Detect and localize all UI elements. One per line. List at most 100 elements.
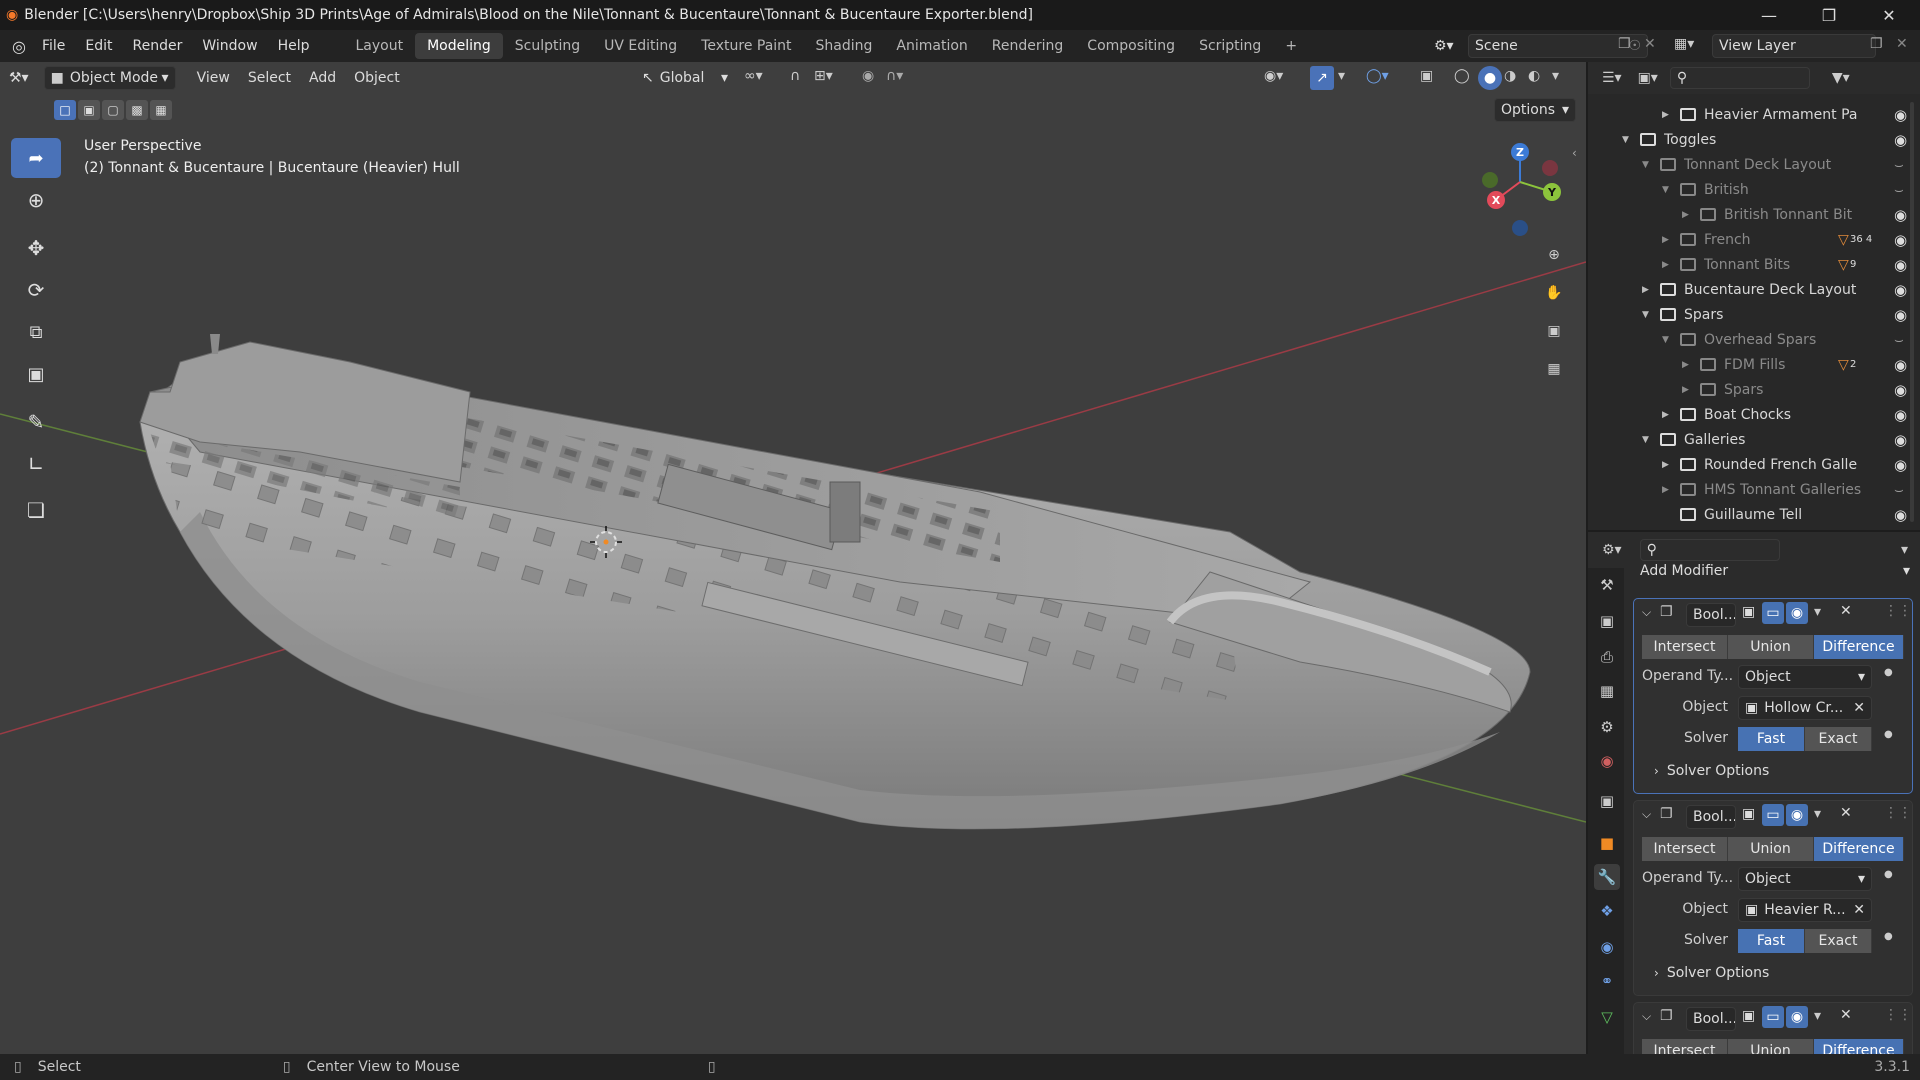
outliner-row[interactable]: ▼ Galleries ◉ — [1588, 427, 1920, 452]
boolean-modifier-panel[interactable]: ⌵ ❐ Bool... ▣ ▭ ◉ ▾ ✕ ⋮⋮ Intersect Union Difference… — [1633, 598, 1913, 794]
scale-tool[interactable]: ⧉ — [11, 312, 61, 352]
chevron-down-icon[interactable]: ▾ — [1552, 68, 1559, 84]
operation-difference-button[interactable]: Difference — [1814, 1039, 1904, 1054]
collapse-arrow-icon[interactable]: ▶ — [1682, 210, 1689, 220]
gizmo-toggle-icon[interactable]: ↗ — [1310, 66, 1334, 90]
add-cube-tool[interactable]: ❏ — [11, 490, 61, 530]
modifier-name-field[interactable]: Bool... — [1686, 603, 1736, 627]
outliner-row[interactable]: ▶ Bucentaure Deck Layout ◉ — [1588, 277, 1920, 302]
expand-arrow-icon[interactable]: ▼ — [1642, 310, 1649, 320]
eye-icon[interactable]: ◉ — [1894, 456, 1907, 474]
camera-view-icon[interactable]: ▣ — [1537, 314, 1571, 348]
eye-icon[interactable]: ◉ — [1894, 431, 1907, 449]
drag-handle-icon[interactable]: ⋮⋮ — [1884, 1007, 1912, 1023]
edit-mode-toggle-icon[interactable]: ▣ — [1742, 806, 1755, 822]
outliner-row[interactable]: ▶ Tonnant Bits ▽ 9 ◉ — [1588, 252, 1920, 277]
boolean-modifier-panel[interactable]: ⌵ ❐ Bool... ▣ ▭ ◉ ▾ ✕ ⋮⋮ Intersect Union Difference… — [1633, 800, 1913, 996]
pan-hand-icon[interactable]: ✋ — [1537, 276, 1571, 310]
operation-union-button[interactable]: Union — [1728, 837, 1814, 861]
eye-icon[interactable]: ◉ — [1894, 381, 1907, 399]
outliner-row[interactable]: ▶ Heavier Armament Pa ◉ — [1588, 102, 1920, 127]
outliner[interactable]: ☰▾ ▣▾ ⚲ ▼▾ ▶ Heavier Armament Pa ◉ ▼ Toggles… — [1588, 62, 1920, 530]
tab-compositing[interactable]: Compositing — [1075, 33, 1187, 59]
gizmo-neg-x-axis[interactable] — [1542, 160, 1558, 176]
collapse-arrow-icon[interactable]: ▶ — [1642, 285, 1649, 295]
viewport-menu-add[interactable]: Add — [300, 62, 345, 94]
viewport-display-toggle-icon[interactable]: ▭ — [1762, 602, 1784, 624]
eye-closed-icon[interactable]: ⌣ — [1894, 156, 1904, 174]
tab-texture-paint[interactable]: Texture Paint — [689, 33, 803, 59]
gizmo-neg-z-axis[interactable] — [1512, 220, 1528, 236]
drag-handle-icon[interactable]: ⋮⋮ — [1884, 805, 1912, 821]
outliner-row[interactable]: ▶ British Tonnant Bit ◉ — [1588, 202, 1920, 227]
zoom-icon[interactable]: ⊕ — [1537, 238, 1571, 272]
sidebar-toggle-icon[interactable]: ‹ — [1572, 146, 1577, 160]
chevron-down-icon[interactable]: ▾ — [1901, 542, 1908, 558]
tab-shading[interactable]: Shading — [804, 33, 885, 59]
viewport-menu-select[interactable]: Select — [239, 62, 300, 94]
proportional-edit-icon[interactable]: ◉ — [862, 68, 874, 84]
chevron-down-icon[interactable]: ▾ — [1814, 806, 1821, 822]
eye-icon[interactable]: ◉ — [1894, 356, 1907, 374]
operand-type-dropdown[interactable]: Object ▾ — [1738, 867, 1872, 891]
scene-tab-icon[interactable]: ⚙ — [1594, 714, 1620, 740]
particles-tab-icon[interactable]: ❖ — [1594, 898, 1620, 924]
tab-modeling[interactable]: Modeling — [415, 33, 503, 59]
render-toggle-icon[interactable]: ◉ — [1786, 804, 1808, 826]
select-box-tool[interactable]: ➦ — [11, 138, 61, 178]
orientation-selector[interactable]: ↖ Global ▾ — [636, 66, 734, 90]
keyframe-dot-icon[interactable]: ● — [1884, 931, 1893, 942]
eye-icon[interactable]: ◉ — [1894, 106, 1907, 124]
properties-editor[interactable]: ⚙▾ ⚲ ▾ ⚒ ▣ ⎙ ▦ ⚙ ◉ ▣ ■ 🔧 ❖ ◉ ⚭ ▽ Add Mod… — [1588, 532, 1920, 1054]
cursor-tool[interactable]: ⊕ — [11, 180, 61, 220]
blender-menu-icon[interactable]: ◎ — [12, 37, 26, 56]
eye-icon[interactable]: ◉ — [1894, 306, 1907, 324]
eye-icon[interactable]: ◉ — [1894, 281, 1907, 299]
keyframe-dot-icon[interactable]: ● — [1884, 869, 1893, 880]
panel-collapse-icon[interactable]: ⌵ — [1642, 807, 1651, 822]
modifier-tab-icon[interactable]: 🔧 — [1594, 864, 1620, 890]
object-field[interactable]: ▣ Hollow Cr... ✕ — [1738, 696, 1872, 720]
chevron-down-icon[interactable]: ▾ — [1338, 68, 1345, 84]
select-subtract-icon[interactable]: ▢ — [102, 100, 124, 120]
rotate-tool[interactable]: ⟳ — [11, 270, 61, 310]
view-layer-icon[interactable]: ▦▾ — [1674, 36, 1694, 52]
panel-collapse-icon[interactable]: ⌵ — [1642, 1009, 1651, 1024]
outliner-row[interactable]: ▼ Spars ◉ — [1588, 302, 1920, 327]
expand-arrow-icon[interactable]: ▼ — [1642, 435, 1649, 445]
collection-tab-icon[interactable]: ▣ — [1594, 788, 1620, 814]
xray-icon[interactable]: ▣ — [1420, 68, 1433, 84]
remove-modifier-icon[interactable]: ✕ — [1840, 603, 1852, 619]
outliner-row[interactable]: ▼ Overhead Spars ⌣ — [1588, 327, 1920, 352]
minimize-button[interactable]: — — [1746, 0, 1792, 30]
modifier-name-field[interactable]: Bool... — [1686, 1007, 1736, 1031]
world-tab-icon[interactable]: ◉ — [1594, 748, 1620, 774]
panel-collapse-icon[interactable]: ⌵ — [1642, 605, 1651, 620]
viewport-menu-object[interactable]: Object — [345, 62, 409, 94]
eye-closed-icon[interactable]: ⌣ — [1894, 481, 1904, 499]
eye-icon[interactable]: ◉ — [1894, 506, 1907, 524]
select-invert-icon[interactable]: ▩ — [126, 100, 148, 120]
navigation-gizmo[interactable]: Z Y X — [1470, 132, 1570, 242]
operation-union-button[interactable]: Union — [1728, 1039, 1814, 1054]
options-dropdown[interactable]: Options ▾ — [1494, 98, 1576, 122]
view-layer-field[interactable]: View Layer — [1712, 34, 1876, 58]
modifier-name-field[interactable]: Bool... — [1686, 805, 1736, 829]
tab-sculpting[interactable]: Sculpting — [503, 33, 592, 59]
select-intersect-icon[interactable]: ▦ — [150, 100, 172, 120]
delete-scene-icon[interactable]: ✕ — [1644, 36, 1656, 52]
operation-intersect-button[interactable]: Intersect — [1642, 837, 1728, 861]
solver-options-subpanel[interactable]: › Solver Options — [1654, 965, 1769, 981]
operand-type-dropdown[interactable]: Object ▾ — [1738, 665, 1872, 689]
rendered-shading-icon[interactable]: ◐ — [1528, 68, 1540, 84]
editor-type-icon[interactable]: ⚒▾ — [0, 62, 38, 94]
constraints-tab-icon[interactable]: ⚭ — [1594, 968, 1620, 994]
eye-closed-icon[interactable]: ⌣ — [1894, 181, 1904, 199]
menu-render[interactable]: Render — [123, 30, 193, 62]
tab-rendering[interactable]: Rendering — [980, 33, 1076, 59]
expand-arrow-icon[interactable]: ▼ — [1642, 160, 1649, 170]
outliner-row[interactable]: ▶ Boat Chocks ◉ — [1588, 402, 1920, 427]
add-modifier-button[interactable]: Add Modifier ▾ — [1640, 560, 1910, 582]
outliner-row[interactable]: ▼ Toggles ◉ — [1588, 127, 1920, 152]
output-tab-icon[interactable]: ⎙ — [1594, 644, 1620, 670]
